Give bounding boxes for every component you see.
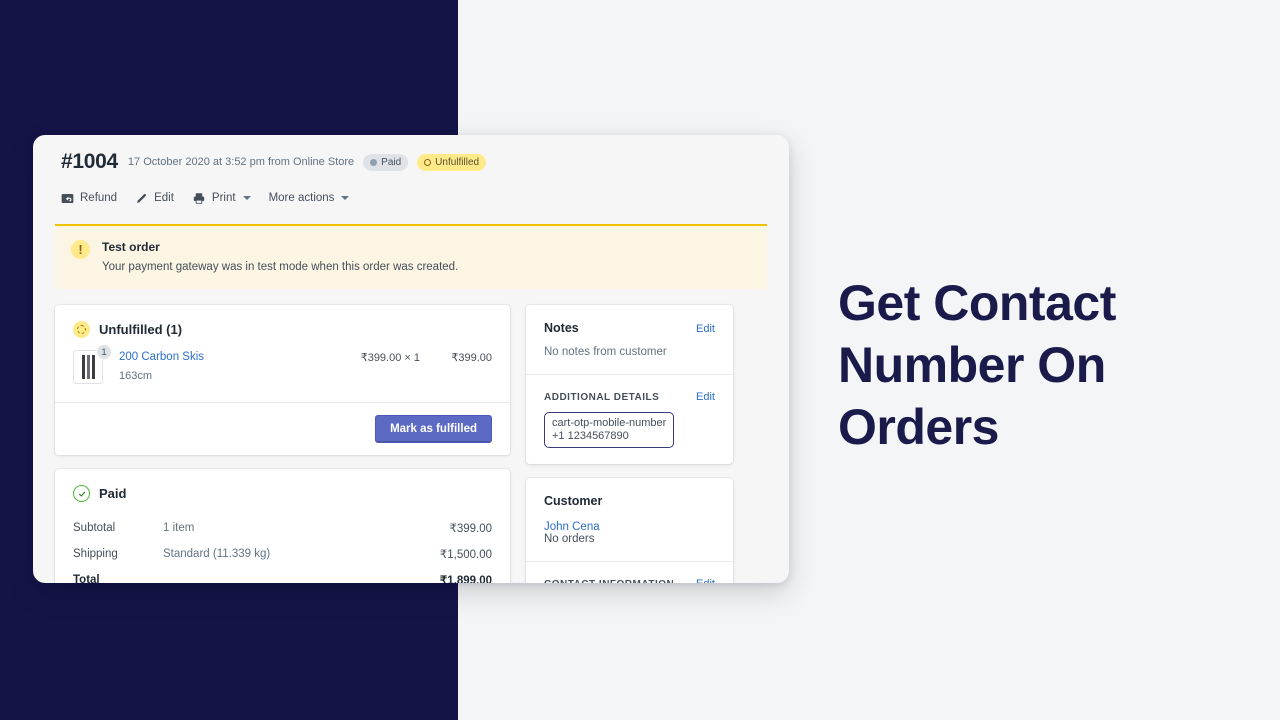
contact-information-section: CONTACT INFORMATION Edit <box>526 561 733 583</box>
chevron-down-icon <box>341 196 350 200</box>
customer-body: John Cena No orders <box>544 521 715 545</box>
additional-details-head: ADDITIONAL DETAILS Edit <box>544 391 715 403</box>
notes-edit-link[interactable]: Edit <box>696 323 715 335</box>
promo-heading: Get Contact Number On Orders <box>838 272 1238 458</box>
notes-body: No notes from customer <box>544 346 667 358</box>
additional-details-section: ADDITIONAL DETAILS Edit cart-otp-mobile-… <box>526 374 733 464</box>
refund-icon <box>61 192 74 205</box>
notes-panel: Notes Edit No notes from customer ADDITI… <box>526 305 733 464</box>
notes-head: Notes Edit <box>544 321 715 335</box>
notes-title: Notes <box>544 321 579 335</box>
customer-title: Customer <box>544 494 603 508</box>
test-order-banner: ! Test order Your payment gateway was in… <box>55 224 767 289</box>
promo-heading-line-3: Orders <box>838 399 999 455</box>
dot-icon <box>370 158 378 166</box>
line-item-unit-price: ₹399.00 × 1 <box>360 352 420 364</box>
print-button[interactable]: Print <box>192 192 251 205</box>
customer-section: Customer John Cena No orders <box>526 478 733 561</box>
payment-totals: Subtotal 1 item ₹399.00 Shipping Standar… <box>55 508 510 583</box>
order-title-row: #1004 17 October 2020 at 3:52 pm from On… <box>61 149 761 175</box>
promo-heading-line-2: Number On <box>838 337 1106 393</box>
line-item-total: ₹399.00 <box>451 352 492 364</box>
total-label: Total <box>73 574 100 583</box>
promo-heading-line-1: Get Contact <box>838 275 1116 331</box>
order-screenshot-card: #1004 17 October 2020 at 3:52 pm from On… <box>33 135 789 583</box>
payment-title: Paid <box>99 486 127 501</box>
fulfillment-panel: Unfulfilled (1) 1 200 Carbon Skis 163cm … <box>55 305 510 455</box>
chevron-down-icon <box>242 196 251 200</box>
status-badge-paid-label: Paid <box>381 156 402 168</box>
attribute-value: +1 1234567890 <box>552 430 629 442</box>
fulfillment-head: Unfulfilled (1) <box>73 321 492 338</box>
status-badge-paid: Paid <box>363 153 409 171</box>
contact-information-title: CONTACT INFORMATION <box>544 579 674 583</box>
customer-name-link[interactable]: John Cena <box>544 521 715 533</box>
order-number: #1004 <box>61 150 118 173</box>
total-row: Shipping Standard (11.339 kg) ₹1,500.00 <box>73 544 492 564</box>
fulfillment-footer: Mark as fulfilled <box>55 402 510 455</box>
unfulfilled-status-icon <box>73 321 90 338</box>
additional-details-highlight-box: cart-otp-mobile-number +1 1234567890 <box>544 412 675 448</box>
order-side-column: Notes Edit No notes from customer ADDITI… <box>526 305 733 583</box>
customer-orders-count: No orders <box>544 533 595 545</box>
banner-text: Your payment gateway was in test mode wh… <box>102 261 459 273</box>
refund-button[interactable]: Refund <box>61 192 117 205</box>
order-main-column: Unfulfilled (1) 1 200 Carbon Skis 163cm … <box>55 305 510 583</box>
edit-button[interactable]: Edit <box>135 192 174 205</box>
product-thumbnail-wrap: 1 <box>73 344 112 384</box>
fulfillment-header: Unfulfilled (1) <box>55 305 510 338</box>
total-value: ₹1,500.00 <box>439 549 492 561</box>
pencil-icon <box>135 192 148 205</box>
fulfillment-title: Unfulfilled (1) <box>99 322 183 337</box>
order-action-bar: Refund Edit Print More actions <box>61 188 761 208</box>
banner-content: Test order Your payment gateway was in t… <box>102 240 458 273</box>
customer-panel: Customer John Cena No orders CONTACT INF… <box>526 478 733 583</box>
order-body: Unfulfilled (1) 1 200 Carbon Skis 163cm … <box>33 289 789 583</box>
total-value: ₹1,899.00 <box>439 575 492 583</box>
total-value: ₹399.00 <box>449 523 493 535</box>
order-meta: 17 October 2020 at 3:52 pm from Online S… <box>127 156 355 168</box>
more-actions-button[interactable]: More actions <box>269 192 350 204</box>
alert-icon: ! <box>71 240 90 259</box>
total-desc: Standard (11.339 kg) <box>163 548 271 560</box>
contact-information-edit-link[interactable]: Edit <box>696 578 715 583</box>
product-title-link[interactable]: 200 Carbon Skis <box>119 351 325 363</box>
mark-as-fulfilled-button[interactable]: Mark as fulfilled <box>375 415 492 443</box>
banner-title: Test order <box>102 240 160 254</box>
ski-image-icon <box>81 355 85 379</box>
ski-image-icon <box>91 355 95 379</box>
attribute-key: cart-otp-mobile-number <box>552 417 667 429</box>
total-label: Shipping <box>73 548 118 560</box>
order-header: #1004 17 October 2020 at 3:52 pm from On… <box>33 135 789 208</box>
edit-label: Edit <box>154 192 174 204</box>
line-item-info: 200 Carbon Skis 163cm <box>119 350 325 384</box>
additional-details-title: ADDITIONAL DETAILS <box>544 392 660 403</box>
payment-head: Paid <box>73 485 492 502</box>
circle-outline-icon <box>424 158 432 166</box>
quantity-badge: 1 <box>96 344 112 360</box>
payment-header: Paid <box>55 469 510 508</box>
refund-label: Refund <box>80 192 118 204</box>
print-label: Print <box>211 192 236 204</box>
status-badge-unfulfilled: Unfulfilled <box>417 153 487 171</box>
total-desc: 1 item <box>163 522 195 534</box>
total-row: Subtotal 1 item ₹399.00 <box>73 518 492 538</box>
payment-panel: Paid Subtotal 1 item ₹399.00 Shipping St… <box>55 469 510 583</box>
ski-image-icon <box>86 355 90 379</box>
contact-information-head: CONTACT INFORMATION Edit <box>544 578 715 583</box>
paid-status-icon <box>73 485 90 502</box>
total-row-grand: Total ₹1,899.00 <box>73 570 492 583</box>
status-badge-unfulfilled-label: Unfulfilled <box>435 156 480 168</box>
notes-section: Notes Edit No notes from customer <box>526 305 733 374</box>
line-item: 1 200 Carbon Skis 163cm ₹399.00 × 1 ₹399… <box>55 338 510 402</box>
product-variant: 163cm <box>119 370 153 382</box>
more-actions-label: More actions <box>268 192 335 204</box>
total-label: Subtotal <box>73 522 116 534</box>
additional-details-edit-link[interactable]: Edit <box>696 391 715 403</box>
printer-icon <box>192 192 206 205</box>
